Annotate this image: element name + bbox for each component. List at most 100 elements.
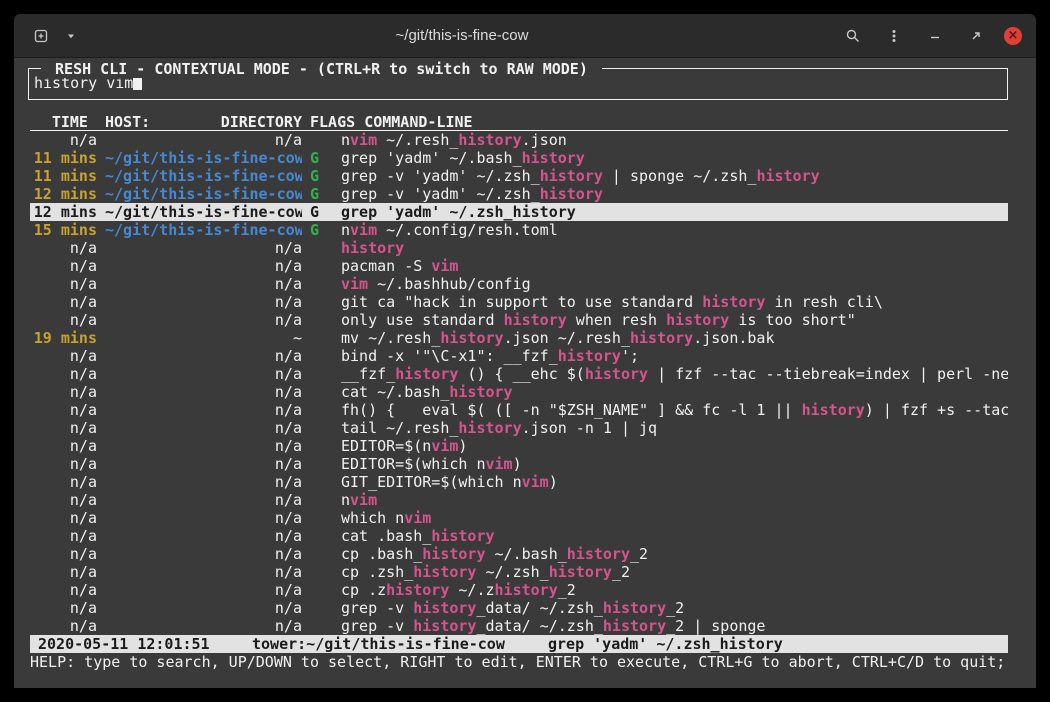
match-text: history [603,617,666,635]
menu-button[interactable] [881,23,907,49]
row-flags [310,527,333,545]
match-text: vim [341,275,368,293]
search-box[interactable]: RESH CLI - CONTEXTUAL MODE - (CTRL+R to … [28,68,1008,100]
history-row[interactable]: n/an/avim ~/.bashhub/config [30,275,1008,293]
row-command: nvim [341,491,1008,509]
history-row[interactable]: n/an/agit ca "hack in support to use sta… [30,293,1008,311]
row-time: n/a [30,491,97,509]
history-row[interactable]: n/a n/a __fzf_history () { __ehc $(history… [30,365,1008,383]
row-flags [310,239,333,257]
row-command: grep -v history_data/ ~/.zsh_history_2 [341,599,1008,617]
match-text: history [413,563,476,581]
row-command: __fzf_history () { __ehc $(history | fzf… [341,365,1008,383]
row-directory: ~/git/this-is-fine-cow [105,149,302,167]
row-time: n/a [30,131,97,149]
row-command: cat ~/.bash_history [341,383,1008,401]
match-text: history [458,419,521,437]
header-flags-command: FLAGS COMMAND-LINE [310,113,1008,131]
row-flags [310,383,333,401]
history-row[interactable]: n/an/acp .bash_history ~/.bash_history_2 [30,545,1008,563]
row-directory: n/a [105,239,302,257]
close-button[interactable]: × [1004,27,1022,45]
row-flags [310,473,333,491]
history-row[interactable]: 11 mins~/git/this-is-fine-cowGgrep -v 'y… [30,167,1008,185]
history-row[interactable]: 11 mins~/git/this-is-fine-cowGgrep 'yadm… [30,149,1008,167]
history-row[interactable]: n/an/anvim ~/.resh_history.json [30,131,1008,149]
new-tab-button[interactable] [28,23,54,49]
header-directory: DIRECTORY [221,113,302,131]
row-time: 11 mins [30,167,97,185]
row-directory: n/a [105,383,302,401]
search-button[interactable] [840,23,866,49]
header-flags: FLAGS [310,113,355,131]
row-directory: n/a [105,599,302,617]
history-row[interactable]: n/a n/a grep -v history_data/ ~/.zsh_histo… [30,599,1008,617]
row-command: grep -v 'yadm' ~/.zsh_history [341,185,1008,203]
row-command: fh() { eval $( ([ -n "$ZSH_NAME" ] && fc… [341,401,1008,419]
history-row[interactable]: n/an/aGIT_EDITOR=$(which nvim) [30,473,1008,491]
row-directory: n/a [105,293,302,311]
row-time: n/a [30,545,97,563]
row-flags [310,293,333,311]
row-time: n/a [30,437,97,455]
row-time: n/a [30,239,97,257]
tab-dropdown-button[interactable] [58,23,84,49]
row-command: pacman -S vim [341,257,1008,275]
history-row[interactable]: n/an/agrep -v history_data/ ~/.zsh_histo… [30,617,1008,635]
history-row[interactable]: n/an/abind -x '"\C-x1": __fzf_history'; [30,347,1008,365]
history-row[interactable]: 19 mins~mv ~/.resh_history.json ~/.resh_… [30,329,1008,347]
row-flags [310,131,333,149]
history-row[interactable]: n/an/aEDITOR=$(nvim) [30,437,1008,455]
match-text: vim [486,455,513,473]
row-flags: G [310,185,333,203]
row-flags [310,365,333,383]
history-row[interactable]: n/an/acat ~/.bash_history [30,383,1008,401]
row-time: n/a [30,599,97,617]
row-flags [310,599,333,617]
row-command: vim ~/.bashhub/config [341,275,1008,293]
minimize-button[interactable] [922,23,948,49]
row-time: n/a [30,563,97,581]
row-directory: ~ [105,329,302,347]
history-row[interactable]: n/an/acat .bash_history [30,527,1008,545]
history-row[interactable]: n/a n/a history [30,239,1008,257]
row-flags [310,545,333,563]
match-text: history [522,149,585,167]
row-flags [310,257,333,275]
match-text: history [585,365,648,383]
history-row[interactable]: 12 mins~/git/this-is-fine-cowGgrep 'yadm… [30,203,1008,221]
match-text: history [666,311,729,329]
row-time: 11 mins [30,149,97,167]
history-row[interactable]: n/an/aonly use standard history when res… [30,311,1008,329]
match-text: history [341,239,404,257]
history-row[interactable]: n/an/aEDITOR=$(which nvim) [30,455,1008,473]
header-time: TIME [30,113,97,131]
history-row[interactable]: n/an/awhich nvim [30,509,1008,527]
search-box-title: RESH CLI - CONTEXTUAL MODE - (CTRL+R to … [41,60,602,78]
row-time: n/a [30,455,97,473]
row-directory: n/a [105,365,302,383]
help-line: HELP: type to search, UP/DOWN to select,… [30,653,1008,671]
history-row[interactable]: n/an/apacman -S vim [30,257,1008,275]
header-host-directory: HOST:DIRECTORY [105,113,302,131]
row-time: n/a [30,365,97,383]
row-time: n/a [30,617,97,635]
history-row[interactable]: n/an/acp .zsh_history ~/.zsh_history_2 [30,563,1008,581]
row-time: n/a [30,257,97,275]
restore-icon [968,28,984,44]
history-row[interactable]: 15 mins~/git/this-is-fine-cowGnvim ~/.co… [30,221,1008,239]
restore-button[interactable] [963,23,989,49]
history-row[interactable]: n/an/afh() { eval $( ([ -n "$ZSH_NAME" ]… [30,401,1008,419]
match-text: history [540,167,603,185]
match-text: vim [350,131,377,149]
history-table: TIME HOST:DIRECTORY FLAGS COMMAND-LINE n… [30,113,1008,671]
row-flags [310,455,333,473]
row-time: n/a [30,293,97,311]
header-command: COMMAND-LINE [364,113,472,131]
history-row[interactable]: n/an/acp .zhistory ~/.zhistory_2 [30,581,1008,599]
history-row[interactable]: 12 mins~/git/this-is-fine-cowGgrep -v 'y… [30,185,1008,203]
row-time: 12 mins [30,185,97,203]
match-text: history [540,185,603,203]
history-row[interactable]: n/an/atail ~/.resh_history.json -n 1 | j… [30,419,1008,437]
history-row[interactable]: n/an/anvim [30,491,1008,509]
